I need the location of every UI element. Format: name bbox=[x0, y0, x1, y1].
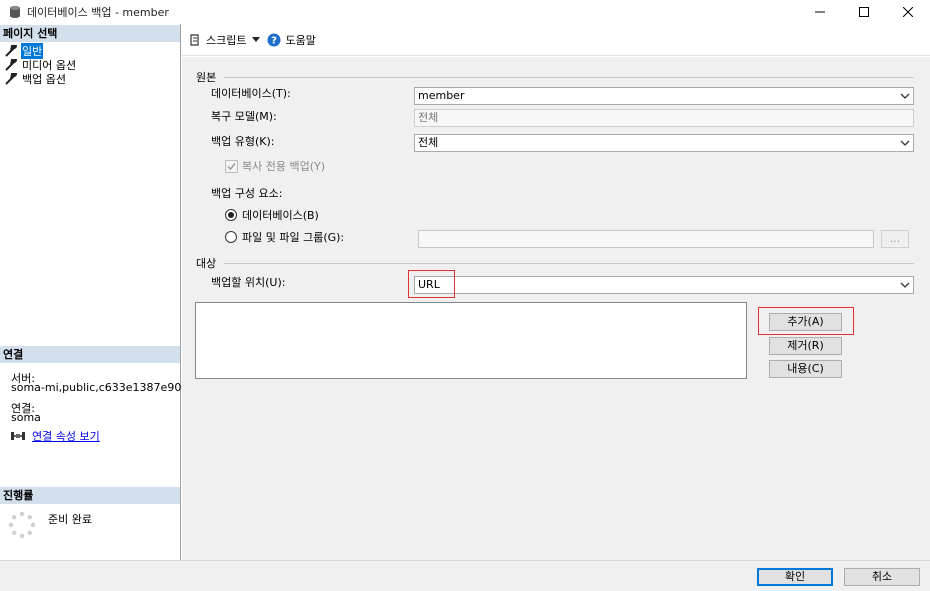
database-select-value: member bbox=[418, 89, 465, 102]
svg-text:?: ? bbox=[272, 35, 278, 46]
script-icon bbox=[190, 33, 199, 46]
database-icon bbox=[10, 6, 20, 18]
help-label: 도움말 bbox=[285, 33, 316, 47]
left-panel: 페이지 선택 일반 미디어 옵션 백업 옵션 연결 서버: soma-mi,pu… bbox=[0, 24, 203, 560]
radio-files-label: 파일 및 파일 그룹(G): bbox=[242, 231, 345, 244]
nav-item-label: 백업 옵션 bbox=[22, 73, 66, 86]
chevron-down-icon bbox=[900, 93, 910, 99]
title-bar: 데이터베이스 백업 - member bbox=[0, 0, 930, 24]
backup-type-label: 백업 유형(K): bbox=[211, 135, 275, 148]
database-label: 데이터베이스(T): bbox=[211, 87, 291, 100]
backup-type-select[interactable]: 전체 bbox=[414, 134, 914, 152]
backup-type-value: 전체 bbox=[418, 136, 439, 149]
maximize-button[interactable] bbox=[842, 0, 886, 24]
nav-item-backup-options[interactable]: 백업 옵션 bbox=[5, 72, 67, 86]
cancel-button[interactable]: 취소 bbox=[844, 568, 920, 586]
backup-to-label: 백업할 위치(U): bbox=[211, 276, 286, 289]
backup-components-label: 백업 구성 요소: bbox=[211, 187, 283, 200]
server-value: soma-mi,public,c633e1387e90,dat bbox=[11, 381, 203, 394]
progress-header: 진행률 bbox=[0, 487, 180, 504]
recovery-model-value: 전체 bbox=[418, 111, 439, 124]
connection-header: 연결 bbox=[0, 346, 180, 363]
dialog-footer: 확인 취소 bbox=[0, 560, 930, 591]
script-label: 스크립트 bbox=[206, 33, 247, 47]
highlight-add-button bbox=[758, 307, 854, 335]
checkbox-box bbox=[225, 159, 238, 173]
destination-group-divider bbox=[224, 263, 914, 264]
recovery-model-field: 전체 bbox=[414, 109, 914, 127]
view-connection-link[interactable]: 연결 속성 보기 bbox=[32, 428, 100, 444]
radio-button bbox=[225, 231, 237, 243]
radio-files-filegroups[interactable]: 파일 및 파일 그룹(G): bbox=[225, 229, 344, 245]
help-button[interactable]: ? 도움말 bbox=[267, 32, 316, 48]
minimize-icon bbox=[815, 11, 825, 13]
minimize-button[interactable] bbox=[798, 0, 842, 24]
recovery-model-label: 복구 모델(M): bbox=[211, 110, 277, 123]
close-button[interactable] bbox=[886, 0, 930, 24]
radio-database-label: 데이터베이스(B) bbox=[242, 209, 319, 222]
copy-only-label: 복사 전용 백업(Y) bbox=[242, 160, 326, 173]
nav-item-general[interactable]: 일반 bbox=[5, 43, 44, 59]
source-group-title: 원본 bbox=[196, 71, 217, 84]
view-connection-properties[interactable]: 연결 속성 보기 bbox=[10, 428, 100, 444]
window-title: 데이터베이스 백업 - member bbox=[27, 6, 169, 19]
connection-properties-icon bbox=[11, 432, 25, 440]
radio-database[interactable]: 데이터베이스(B) bbox=[225, 207, 319, 223]
backup-destination-list[interactable] bbox=[195, 302, 747, 379]
files-filegroups-field bbox=[418, 230, 874, 248]
progress-spinner-icon bbox=[8, 511, 36, 539]
browse-files-button: ... bbox=[881, 230, 909, 248]
ok-button[interactable]: 확인 bbox=[757, 568, 833, 586]
chevron-down-icon[interactable] bbox=[252, 36, 261, 43]
chevron-down-icon bbox=[900, 282, 910, 288]
wrench-icon bbox=[5, 45, 17, 57]
contents-button[interactable]: 내용(C) bbox=[769, 360, 842, 378]
destination-group-title: 대상 bbox=[196, 257, 217, 270]
close-icon bbox=[903, 7, 913, 17]
checkmark-icon bbox=[227, 162, 236, 170]
script-button[interactable]: 스크립트 bbox=[188, 32, 246, 48]
highlight-url bbox=[408, 270, 455, 298]
wrench-icon bbox=[5, 59, 17, 71]
main-area: 원본 데이터베이스(T): member 복구 모델(M): 전체 백업 유형(… bbox=[182, 57, 930, 560]
nav-item-media-options[interactable]: 미디어 옵션 bbox=[5, 58, 77, 72]
backup-to-select[interactable]: URL bbox=[414, 276, 914, 294]
maximize-icon bbox=[859, 7, 869, 17]
page-select-header: 페이지 선택 bbox=[0, 25, 180, 42]
source-group-divider bbox=[224, 77, 914, 78]
radio-button bbox=[225, 209, 237, 221]
help-icon: ? bbox=[267, 33, 281, 46]
progress-status: 준비 완료 bbox=[48, 513, 92, 526]
toolbar: 스크립트 ? 도움말 bbox=[182, 24, 930, 56]
database-select[interactable]: member bbox=[414, 87, 914, 105]
wrench-icon bbox=[5, 73, 17, 85]
copy-only-backup-checkbox[interactable]: 복사 전용 백업(Y) bbox=[225, 158, 325, 174]
chevron-down-icon bbox=[900, 140, 910, 146]
remove-button[interactable]: 제거(R) bbox=[769, 337, 842, 355]
connection-value: soma bbox=[11, 411, 41, 424]
